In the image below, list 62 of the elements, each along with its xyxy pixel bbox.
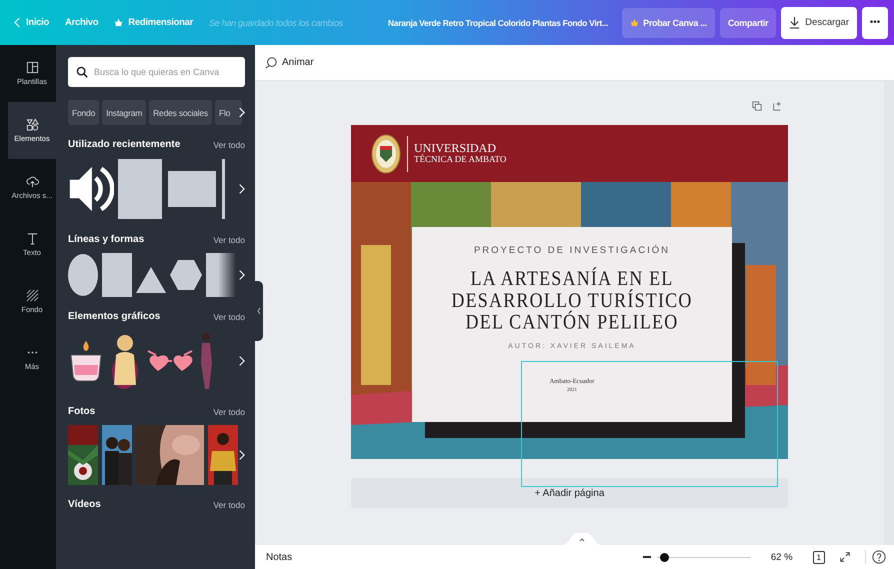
try-pro-button[interactable]: Probar Canva ... xyxy=(622,8,715,38)
download-button[interactable]: Descargar xyxy=(781,6,857,38)
chevron-left-icon xyxy=(14,17,21,28)
hatch-icon xyxy=(26,289,38,302)
see-all-link[interactable]: Ver todo xyxy=(213,234,245,244)
layout-icon xyxy=(26,61,38,74)
chevron-right-icon[interactable] xyxy=(238,449,245,461)
chevron-right-icon[interactable] xyxy=(238,269,245,281)
see-all-link[interactable]: Ver todo xyxy=(213,406,245,416)
category-chip[interactable]: Redes sociales xyxy=(149,100,212,125)
chevron-right-icon[interactable] xyxy=(238,355,245,367)
fullscreen-icon[interactable] xyxy=(839,551,851,563)
section-title: Utilizado recientemente xyxy=(68,139,180,150)
section-title: Fotos xyxy=(68,406,96,417)
sunglasses-icon[interactable] xyxy=(146,349,194,373)
download-icon xyxy=(789,16,800,29)
university-name: UNIVERSIDAD xyxy=(414,142,497,156)
university-subtitle: TÉCNICA DE AMBATO xyxy=(414,155,506,165)
slider-thumb[interactable] xyxy=(660,552,670,562)
page-count[interactable]: 1 xyxy=(812,550,825,564)
add-page-button[interactable]: + Añadir página xyxy=(351,478,788,508)
selection-box[interactable] xyxy=(521,361,778,487)
text-icon xyxy=(26,232,38,245)
chevron-right-icon[interactable] xyxy=(238,107,245,118)
animate-button[interactable]: Animar xyxy=(265,56,314,68)
triangle-shape[interactable] xyxy=(136,267,166,293)
zoom-percent[interactable]: 62 % xyxy=(770,552,793,562)
candle-icon[interactable] xyxy=(68,339,104,383)
section-title: Vídeos xyxy=(68,499,101,510)
cloud-upload-icon xyxy=(26,175,38,188)
chevron-right-icon[interactable] xyxy=(238,183,245,195)
save-status: Se han guardado todos los cambios xyxy=(209,18,343,28)
crown-icon xyxy=(630,18,640,27)
see-all-link[interactable]: Ver todo xyxy=(213,500,245,510)
section-title: Líneas y formas xyxy=(68,234,144,245)
shapes-icon xyxy=(26,118,38,131)
circle-shape[interactable] xyxy=(68,253,98,297)
share-button[interactable]: Compartir xyxy=(720,8,776,38)
more-button[interactable]: ••• xyxy=(862,6,888,38)
search-field[interactable]: Busca lo que quieras en Canva xyxy=(68,57,245,87)
project-title: LA ARTESANÍA EN EL DESARROLLO TURÍSTICO DEL CANTÓN PELILEO xyxy=(451,268,693,333)
minus-icon[interactable] xyxy=(642,556,651,558)
category-chip[interactable]: Instagram xyxy=(102,100,146,125)
collapse-handle[interactable] xyxy=(255,281,263,341)
hexagon-shape[interactable] xyxy=(170,260,202,290)
category-chip[interactable]: Flo xyxy=(214,100,242,125)
add-page-icon[interactable] xyxy=(772,101,782,111)
see-all-link[interactable]: Ver todo xyxy=(213,140,245,150)
section-title: Elementos gráficos xyxy=(68,311,160,322)
notes-button[interactable]: Notas xyxy=(266,552,292,562)
duplicate-icon[interactable] xyxy=(752,101,762,111)
speech-bubble-icon xyxy=(265,56,277,68)
search-icon xyxy=(76,66,88,78)
emblem-icon xyxy=(371,134,401,174)
see-all-link[interactable]: Ver todo xyxy=(213,312,245,322)
project-label: PROYECTO DE INVESTIGACIÓN xyxy=(474,245,670,256)
category-chip[interactable]: Fondo xyxy=(68,100,100,125)
help-icon[interactable] xyxy=(865,550,886,564)
gradient-shape[interactable] xyxy=(206,253,236,297)
scrollbar[interactable] xyxy=(884,81,894,545)
crown-icon xyxy=(114,18,124,27)
document-title[interactable]: Naranja Verde Retro Tropical Colorido Plantas Fondo Virt... xyxy=(388,18,608,28)
